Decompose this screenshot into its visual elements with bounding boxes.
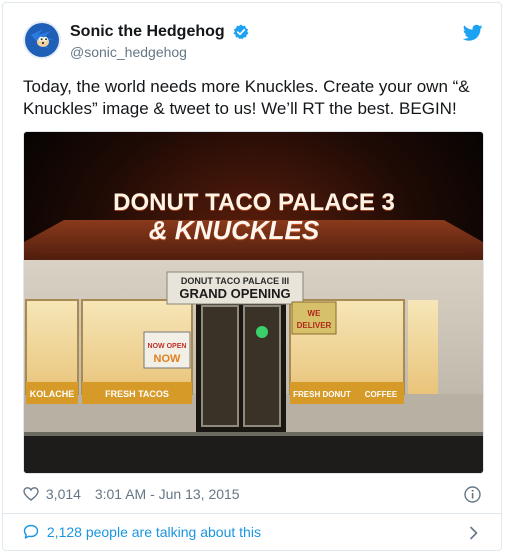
divider [3, 513, 501, 514]
tweet-header: Sonic the Hedgehog @sonic_hedgehog [23, 21, 483, 69]
speech-bubble-icon [23, 524, 39, 540]
like-count[interactable]: 3,014 [46, 486, 81, 502]
window-label-right2: COFFEE [365, 390, 398, 399]
chevron-right-icon[interactable] [469, 526, 479, 540]
info-icon[interactable] [464, 486, 481, 503]
conversation-link[interactable]: 2,128 people are talking about this [23, 523, 483, 547]
neon-line1: DONUT TACO PALACE 3 [113, 189, 395, 216]
window-label-mid: FRESH TACOS [105, 389, 169, 399]
sonic-avatar-icon [23, 21, 61, 59]
user-handle[interactable]: @sonic_hedgehog [70, 44, 249, 60]
display-name[interactable]: Sonic the Hedgehog [70, 23, 225, 41]
neon-line2: & KNUCKLES [149, 215, 320, 245]
avatar[interactable] [23, 21, 61, 59]
window-label-right1: FRESH DONUT [293, 390, 351, 399]
timestamp[interactable]: 3:01 AM - Jun 13, 2015 [95, 486, 240, 502]
window-sign-deliver: DELIVER [297, 321, 332, 330]
talking-count[interactable]: 2,128 people are talking about this [47, 524, 261, 540]
banner-line2: GRAND OPENING [179, 286, 290, 301]
verified-badge-icon [233, 24, 249, 40]
tweet-meta: 3,014 3:01 AM - Jun 13, 2015 [23, 485, 483, 505]
window-sign-now: NOW [154, 353, 182, 365]
tweet-photo[interactable]: DONUT TACO PALACE III GRAND OPENING NOW … [23, 131, 484, 474]
window-sign-open: NOW OPEN [148, 343, 187, 350]
heart-icon[interactable] [23, 486, 39, 502]
storefront-photo: DONUT TACO PALACE III GRAND OPENING NOW … [24, 132, 483, 473]
twitter-bird-icon[interactable] [462, 24, 483, 42]
banner-line1: DONUT TACO PALACE III [181, 276, 289, 286]
user-names: Sonic the Hedgehog @sonic_hedgehog [70, 23, 249, 60]
tweet-card: Sonic the Hedgehog @sonic_hedgehog Today… [2, 2, 502, 551]
tweet-text: Today, the world needs more Knuckles. Cr… [23, 77, 470, 118]
window-sign-we: WE [308, 309, 322, 318]
window-label-left: KOLACHE [30, 389, 75, 399]
